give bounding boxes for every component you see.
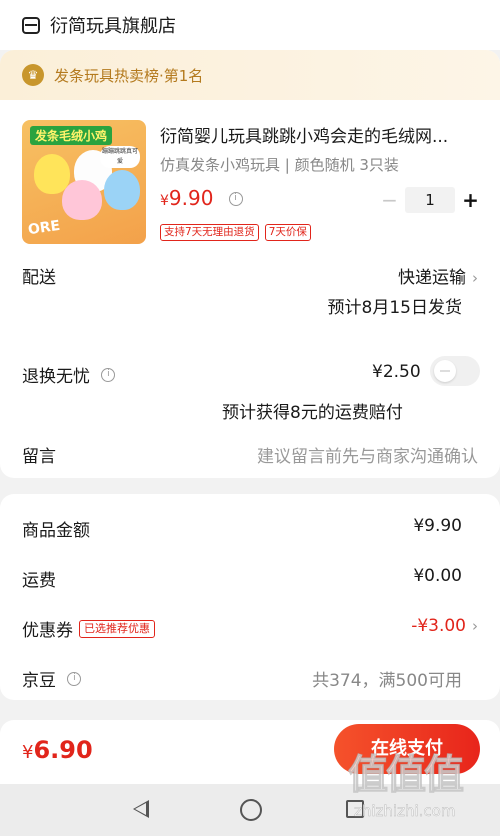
price-currency: ¥ [160,193,169,209]
chevron-right-icon: › [472,617,478,635]
qty-minus-button[interactable]: − [378,188,401,212]
message-input[interactable]: 建议留言前先与商家沟通确认 [257,442,478,467]
total-currency: ¥ [22,742,34,763]
watermark-logo: 值值值 [348,752,465,799]
thumbnail-store-text: ORE [27,217,62,239]
message-label: 留言 [22,447,56,467]
jd-beans-label: 京豆 [22,671,56,691]
toggle-knob [434,360,456,382]
trophy-icon: ♛ [22,64,44,86]
goods-amount-value: ¥9.90 [413,516,462,536]
home-icon[interactable] [240,799,262,821]
thumbnail-bubble: 蹦蹦跳跳真可爱 [100,146,140,168]
freight-label: 运费 [22,571,56,591]
order-card: ♛ 发条玩具热卖榜·第1名 发条毛绒小鸡 蹦蹦跳跳真可爱 ORE 衍简婴儿玩具跳… [0,50,500,478]
product-item: 发条毛绒小鸡 蹦蹦跳跳真可爱 ORE 衍简婴儿玩具跳跳小鸡会走的毛绒网... 仿… [22,120,482,245]
shipping-method[interactable]: 快递运输 › [398,263,478,288]
chick-pink-image [62,180,102,220]
store-icon [22,16,40,34]
total-amount: 6.90 [33,736,93,764]
store-header[interactable]: 衍简玩具旗舰店 [0,0,500,50]
rank-banner[interactable]: ♛ 发条玩具热卖榜·第1名 [0,50,500,100]
price-summary-card: 商品金额 ¥9.90 运费 ¥0.00 优惠券 已选推荐优惠 -¥3.00 › 京豆… [0,494,500,700]
product-spec[interactable]: 仿真发条小鸡玩具 | 颜色随机 3只装 [160,154,399,175]
goods-amount-label: 商品金额 [22,521,90,541]
freight-value: ¥0.00 [413,566,462,586]
returns-price: ¥2.50 [372,362,421,382]
info-icon[interactable]: i [67,672,82,686]
back-icon[interactable] [133,800,149,818]
chick-blue-image [104,170,140,210]
product-title[interactable]: 衍简婴儿玩具跳跳小鸡会走的毛绒网... [160,122,482,147]
tag-7day-return: 支持7天无理由退货 [160,224,259,241]
coupon-label: 优惠券 [22,621,73,641]
shipping-method-text: 快递运输 [398,268,466,288]
total-price: ¥6.90 [22,736,93,764]
quantity-stepper: − 1 + [378,186,482,214]
product-price: ¥9.90 i [160,186,243,210]
coupon-selector[interactable]: -¥3.00 › [411,616,478,636]
jd-beans-value: 共374，满500可用 [312,671,462,691]
coupon-tag: 已选推荐优惠 [79,620,155,638]
returns-label: 退换无忧 [22,367,90,387]
watermark-url: zhizhizhi.com [354,802,456,821]
jd-beans-label-row: 京豆 i [22,666,82,691]
info-icon[interactable]: i [101,368,116,382]
service-tags: 支持7天无理由退货 7天价保 [160,224,311,241]
price-amount: 9.90 [168,186,214,210]
shipping-label: 配送 [22,268,56,288]
store-name[interactable]: 衍简玩具旗舰店 [50,12,176,38]
coupon-label-row: 优惠券 已选推荐优惠 [22,616,155,641]
info-icon[interactable]: i [228,191,243,206]
shipping-estimate: 预计8月15日发货 [327,298,462,318]
tag-price-protect: 7天价保 [264,224,311,241]
returns-label-row: 退换无忧 i [22,362,116,387]
chevron-right-icon: › [472,269,478,287]
qty-input[interactable]: 1 [405,187,455,213]
returns-toggle[interactable] [430,356,480,386]
qty-plus-button[interactable]: + [459,188,482,212]
thumbnail-title: 发条毛绒小鸡 [30,126,113,145]
returns-note: 预计获得8元的运费赔付 [222,403,403,423]
rank-text: 发条玩具热卖榜·第1名 [54,66,204,85]
coupon-value: -¥3.00 [411,616,466,636]
product-thumbnail[interactable]: 发条毛绒小鸡 蹦蹦跳跳真可爱 ORE [22,120,146,244]
watermark: 值值值 zhizhizhi.com [340,742,500,836]
